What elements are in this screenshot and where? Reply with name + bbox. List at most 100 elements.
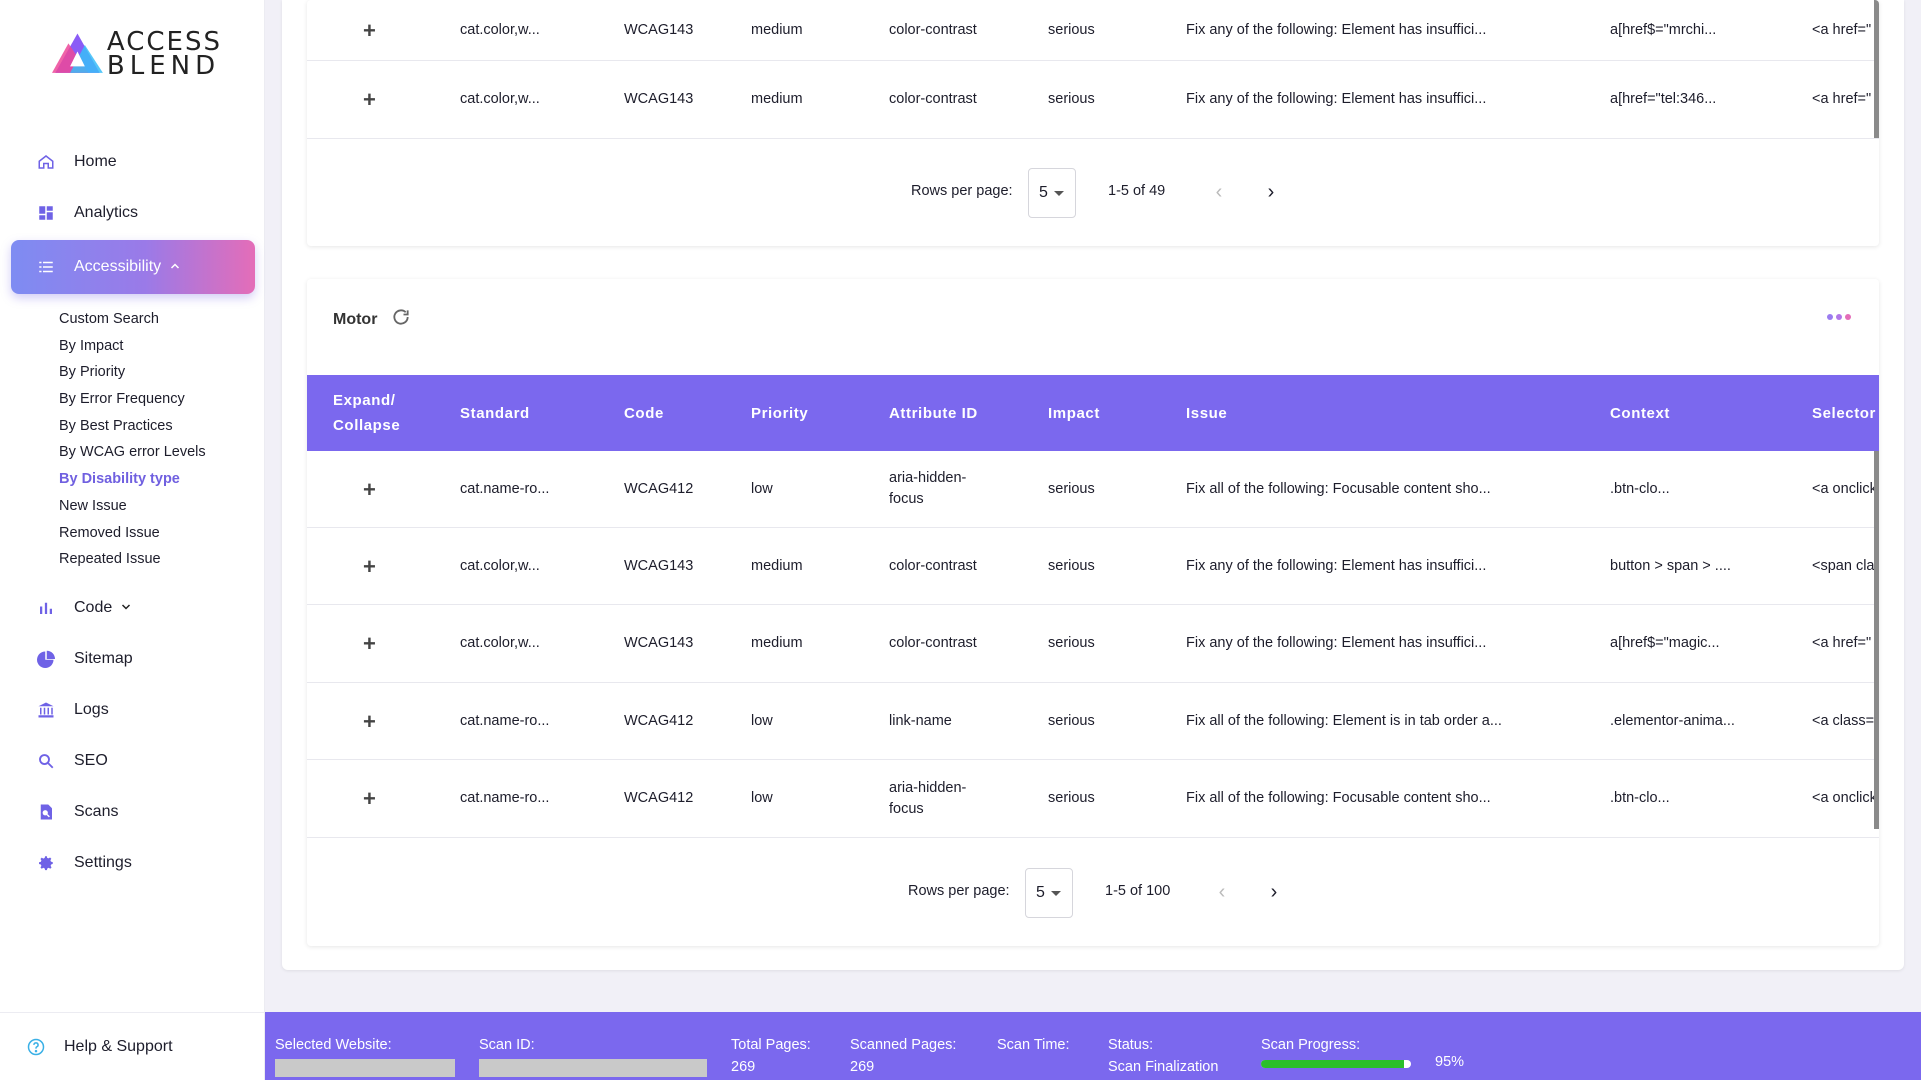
col-attribute-id[interactable]: Attribute ID (889, 375, 978, 451)
subnav-by-error-frequency[interactable]: By Error Frequency (59, 386, 255, 413)
subnav-removed-issue[interactable]: Removed Issue (59, 520, 255, 547)
cell-priority: low (751, 712, 773, 729)
table-header: Expand/ Collapse Standard Code Priority … (307, 375, 1879, 451)
sidebar-item-label: Logs (74, 701, 109, 719)
sidebar-item-label: Analytics (74, 203, 139, 221)
page-range: 1-5 of 49 (1108, 183, 1166, 199)
expand-row-button[interactable]: + (363, 89, 376, 111)
table-scrollbar[interactable] (1874, 0, 1879, 138)
subnav-custom-search[interactable]: Custom Search (59, 306, 255, 333)
col-impact[interactable]: Impact (1048, 375, 1100, 451)
sidebar-item-home[interactable]: Home (11, 136, 255, 187)
cell-code: WCAG143 (624, 91, 694, 107)
sidebar-item-code[interactable]: Code (11, 583, 255, 634)
col-context[interactable]: Context (1610, 375, 1670, 451)
cell-selector: <a href=" (1812, 21, 1872, 38)
sidebar-item-label: Settings (74, 854, 132, 872)
sidebar-item-scans[interactable]: Scans (11, 787, 255, 838)
cell-issue: Fix all of the following: Focusable cont… (1186, 790, 1491, 806)
help-support-link[interactable]: Help & Support (0, 1012, 265, 1080)
chevron-down-icon (120, 601, 132, 616)
motor-results-card: Motor Expand/ Collapse Standard Code Pri… (307, 279, 1879, 946)
sidebar-nav: Home Analytics Accessibility Custom Sear… (11, 136, 255, 889)
table-row[interactable]: + cat.name-ro... WCAG412 low aria-hidden… (307, 451, 1879, 528)
table-row[interactable]: + cat.color,w... WCAG143 medium color-co… (307, 528, 1879, 605)
rows-per-page-select[interactable]: 5 (1025, 868, 1073, 918)
logo[interactable]: ACCESS BLEND (52, 26, 222, 82)
sidebar-item-analytics[interactable]: Analytics (11, 187, 255, 238)
cell-priority: low (751, 480, 773, 497)
caret-down-icon (1050, 890, 1061, 896)
expand-row-button[interactable]: + (363, 710, 376, 732)
prev-page-button[interactable]: ‹ (1210, 880, 1234, 904)
subnav-by-impact[interactable]: By Impact (59, 333, 255, 360)
selected-website-value (275, 1059, 455, 1077)
rows-per-page-select[interactable]: 5 (1028, 168, 1076, 218)
subnav-new-issue[interactable]: New Issue (59, 493, 255, 520)
col-issue[interactable]: Issue (1186, 375, 1227, 451)
sidebar-item-seo[interactable]: SEO (11, 736, 255, 787)
selected-website: Selected Website: (275, 1034, 455, 1077)
next-page-button[interactable]: › (1262, 880, 1286, 904)
expand-row-button[interactable]: + (363, 633, 376, 655)
cell-attribute: aria-hidden-focus (889, 470, 967, 507)
subnav-repeated-issue[interactable]: Repeated Issue (59, 546, 255, 573)
col-priority[interactable]: Priority (751, 375, 808, 451)
cell-context: .elementor-anima... (1610, 712, 1735, 729)
scan-progress-bar (1261, 1060, 1411, 1068)
scan-status: Status: Scan Finalization (1108, 1037, 1219, 1075)
logo-icon (52, 33, 103, 73)
col-selector[interactable]: Selector (1812, 375, 1879, 451)
table-row[interactable]: + cat.name-ro... WCAG412 low link-name s… (307, 683, 1879, 760)
sidebar-item-sitemap[interactable]: Sitemap (11, 634, 255, 685)
cell-selector: <a class= (1812, 712, 1874, 729)
dashboard-icon (36, 203, 56, 223)
help-support-label: Help & Support (64, 1037, 173, 1055)
table-row[interactable]: + cat.color,w... WCAG143 medium color-co… (307, 0, 1879, 61)
cell-standard: cat.color,w... (460, 91, 540, 107)
table-row[interactable]: + cat.name-ro... WCAG412 low aria-hidden… (307, 760, 1879, 838)
expand-row-button[interactable]: + (363, 478, 376, 500)
subnav-by-disability-type[interactable]: By Disability type (59, 466, 255, 493)
subnav-by-wcag-levels[interactable]: By WCAG error Levels (59, 439, 255, 466)
col-code[interactable]: Code (624, 375, 664, 451)
cell-priority: medium (751, 557, 803, 574)
cell-standard: cat.color,w... (460, 557, 540, 574)
refresh-icon[interactable] (391, 307, 411, 332)
cell-attribute: aria-hidden-focus (889, 779, 967, 817)
table-row[interactable]: + cat.color,w... WCAG143 medium color-co… (307, 605, 1879, 683)
sidebar-item-logs[interactable]: Logs (11, 685, 255, 736)
more-options-icon[interactable] (1827, 314, 1851, 320)
cell-attribute: color-contrast (889, 21, 977, 38)
cell-standard: cat.name-ro... (460, 790, 550, 806)
expand-row-button[interactable]: + (363, 788, 376, 810)
rows-per-page-label: Rows per page: (911, 183, 1013, 199)
cell-attribute: color-contrast (889, 635, 977, 651)
help-icon (26, 1037, 46, 1057)
cell-attribute: link-name (889, 712, 952, 729)
expand-row-button[interactable]: + (363, 19, 376, 41)
cell-impact: serious (1048, 91, 1095, 107)
next-page-button[interactable]: › (1259, 180, 1283, 204)
scan-time: Scan Time: (997, 1037, 1070, 1053)
sidebar-item-label: Home (74, 152, 117, 170)
cell-context: a[href="tel:346... (1610, 91, 1717, 107)
subnav-by-priority[interactable]: By Priority (59, 359, 255, 386)
logo-text: ACCESS BLEND (106, 27, 222, 81)
scan-progress-percent: 95% (1435, 1054, 1465, 1070)
table-scrollbar[interactable] (1874, 451, 1879, 829)
cell-impact: serious (1048, 480, 1095, 497)
col-standard[interactable]: Standard (460, 375, 530, 451)
expand-row-button[interactable]: + (363, 555, 376, 577)
prev-page-button[interactable]: ‹ (1207, 180, 1231, 204)
sidebar-item-accessibility[interactable]: Accessibility (11, 240, 255, 294)
cell-impact: serious (1048, 635, 1095, 651)
sidebar-item-settings[interactable]: Settings (11, 838, 255, 889)
scan-progress-label: Scan Progress: (1261, 1037, 1361, 1053)
col-expand-collapse[interactable]: Expand/ Collapse (333, 375, 423, 451)
table-row[interactable]: + cat.color,w... WCAG143 medium color-co… (307, 61, 1879, 139)
total-pages: Total Pages: 269 (731, 1037, 811, 1075)
subnav-by-best-practices[interactable]: By Best Practices (59, 413, 255, 440)
pagination: Rows per page: 5 1-5 of 100 ‹ › (307, 850, 1879, 936)
cell-code: WCAG143 (624, 635, 694, 651)
